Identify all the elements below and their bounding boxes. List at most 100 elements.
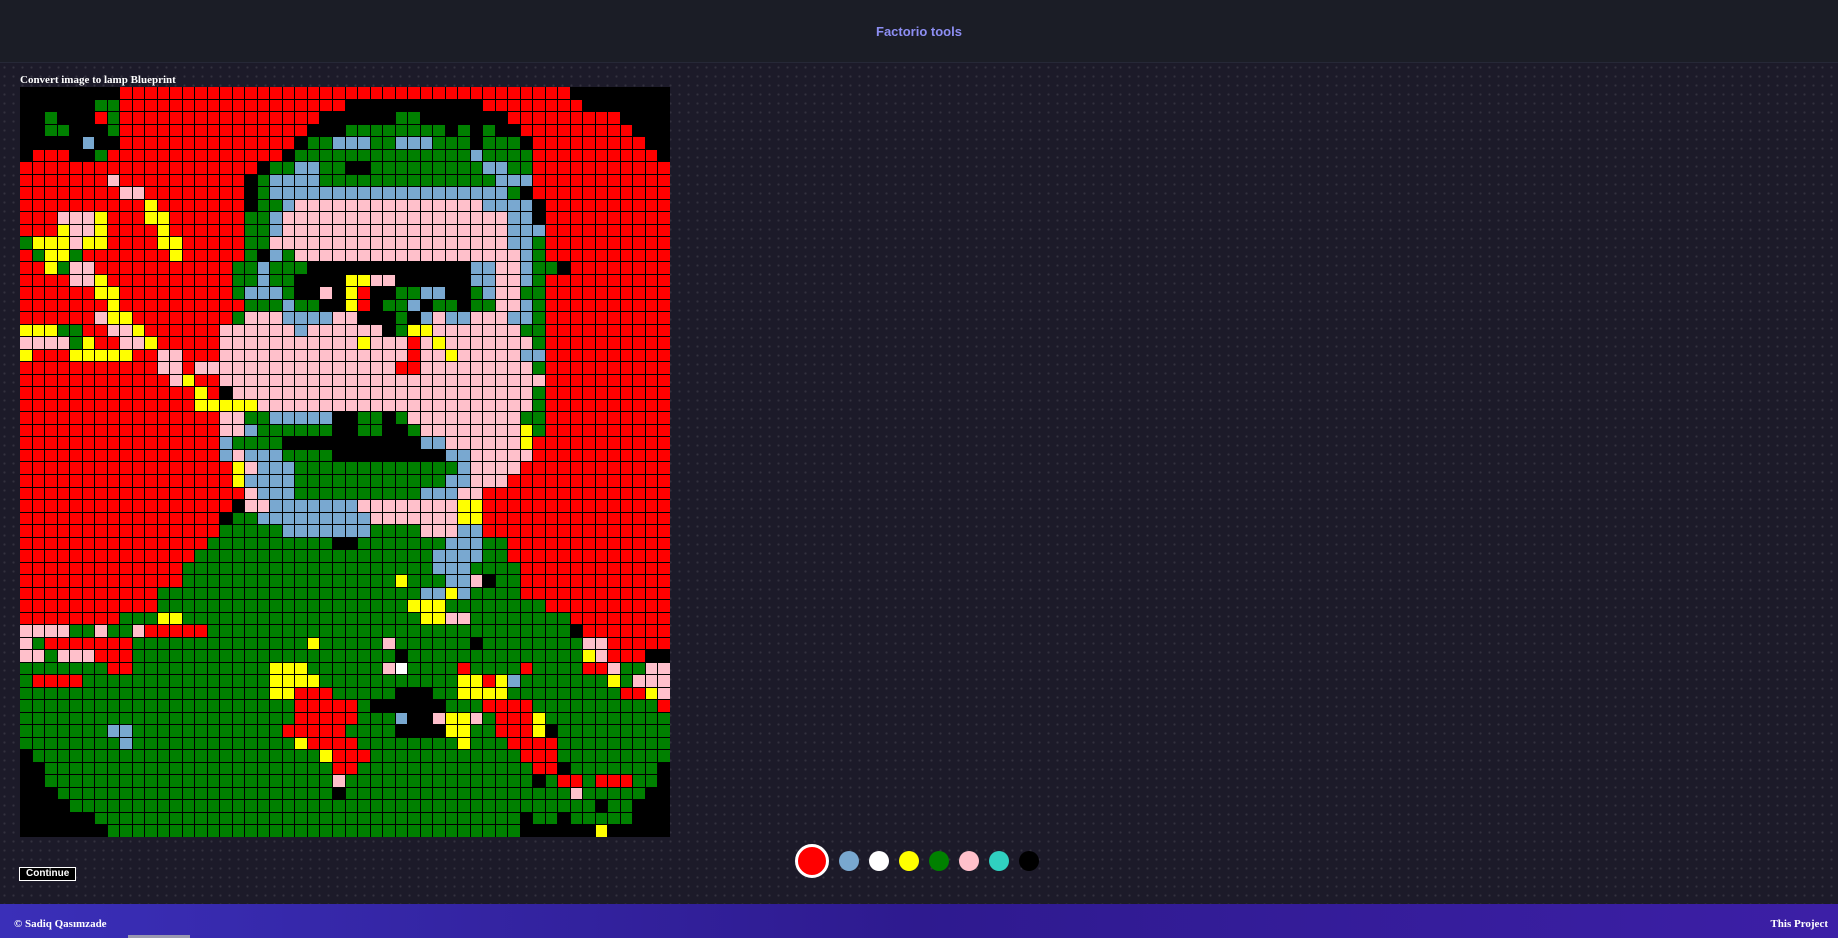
- lamp-cell[interactable]: [495, 424, 508, 437]
- lamp-cell[interactable]: [495, 137, 508, 149]
- lamp-cell[interactable]: [57, 550, 70, 562]
- lamp-cell[interactable]: [145, 700, 157, 712]
- lamp-cell[interactable]: [107, 162, 120, 174]
- lamp-cell[interactable]: [533, 137, 545, 149]
- lamp-cell[interactable]: [282, 87, 295, 99]
- lamp-cell[interactable]: [570, 87, 583, 99]
- lamp-cell[interactable]: [232, 324, 245, 337]
- lamp-cell[interactable]: [295, 800, 307, 812]
- lamp-cell[interactable]: [383, 337, 395, 349]
- lamp-cell[interactable]: [120, 349, 132, 362]
- lamp-cell[interactable]: [395, 437, 408, 449]
- lamp-cell[interactable]: [358, 224, 370, 237]
- lamp-cell[interactable]: [583, 562, 595, 575]
- lamp-cell[interactable]: [470, 112, 483, 124]
- lamp-cell[interactable]: [32, 224, 45, 237]
- lamp-cell[interactable]: [157, 449, 170, 462]
- lamp-cell[interactable]: [658, 162, 670, 174]
- lamp-cell[interactable]: [120, 550, 132, 562]
- lamp-cell[interactable]: [170, 537, 182, 550]
- lamp-cell[interactable]: [20, 337, 32, 349]
- lamp-cell[interactable]: [520, 424, 533, 437]
- lamp-cell[interactable]: [508, 487, 520, 500]
- lamp-cell[interactable]: [157, 775, 170, 787]
- lamp-cell[interactable]: [420, 562, 433, 575]
- lamp-cell[interactable]: [245, 337, 257, 349]
- lamp-cell[interactable]: [570, 424, 583, 437]
- lamp-cell[interactable]: [270, 762, 282, 775]
- lamp-cell[interactable]: [358, 825, 370, 837]
- lamp-cell[interactable]: [195, 562, 207, 575]
- lamp-cell[interactable]: [295, 462, 307, 475]
- lamp-cell[interactable]: [645, 812, 658, 825]
- lamp-cell[interactable]: [232, 725, 245, 737]
- lamp-cell[interactable]: [370, 162, 383, 174]
- lamp-cell[interactable]: [358, 737, 370, 750]
- lamp-cell[interactable]: [220, 637, 232, 650]
- lamp-cell[interactable]: [282, 662, 295, 675]
- lamp-cell[interactable]: [458, 112, 470, 124]
- lamp-cell[interactable]: [508, 199, 520, 212]
- lamp-cell[interactable]: [270, 800, 282, 812]
- lamp-cell[interactable]: [395, 249, 408, 262]
- lamp-cell[interactable]: [420, 725, 433, 737]
- lamp-cell[interactable]: [257, 262, 270, 274]
- lamp-cell[interactable]: [395, 237, 408, 249]
- this-project-link[interactable]: This Project: [1770, 918, 1828, 930]
- lamp-cell[interactable]: [458, 587, 470, 600]
- lamp-cell[interactable]: [383, 800, 395, 812]
- lamp-cell[interactable]: [32, 187, 45, 199]
- lamp-cell[interactable]: [620, 362, 633, 374]
- lamp-cell[interactable]: [533, 362, 545, 374]
- lamp-cell[interactable]: [57, 462, 70, 475]
- lamp-cell[interactable]: [145, 362, 157, 374]
- lamp-cell[interactable]: [633, 512, 645, 525]
- lamp-cell[interactable]: [558, 575, 570, 587]
- lamp-cell[interactable]: [358, 775, 370, 787]
- lamp-cell[interactable]: [95, 475, 107, 487]
- lamp-cell[interactable]: [520, 525, 533, 537]
- lamp-cell[interactable]: [132, 312, 145, 324]
- lamp-cell[interactable]: [232, 237, 245, 249]
- lamp-cell[interactable]: [395, 662, 408, 675]
- lamp-cell[interactable]: [545, 750, 558, 762]
- lamp-cell[interactable]: [220, 725, 232, 737]
- lamp-cell[interactable]: [257, 337, 270, 349]
- lamp-cell[interactable]: [82, 287, 95, 299]
- lamp-cell[interactable]: [570, 449, 583, 462]
- lamp-cell[interactable]: [282, 237, 295, 249]
- lamp-cell[interactable]: [295, 324, 307, 337]
- lamp-cell[interactable]: [570, 362, 583, 374]
- lamp-cell[interactable]: [358, 87, 370, 99]
- lamp-cell[interactable]: [207, 137, 220, 149]
- lamp-cell[interactable]: [245, 500, 257, 512]
- lamp-cell[interactable]: [332, 187, 345, 199]
- lamp-cell[interactable]: [120, 825, 132, 837]
- lamp-cell[interactable]: [358, 800, 370, 812]
- lamp-cell[interactable]: [595, 700, 608, 712]
- lamp-cell[interactable]: [332, 587, 345, 600]
- lamp-cell[interactable]: [470, 262, 483, 274]
- lamp-cell[interactable]: [533, 525, 545, 537]
- lamp-cell[interactable]: [445, 149, 458, 162]
- lamp-cell[interactable]: [307, 700, 320, 712]
- lamp-cell[interactable]: [383, 112, 395, 124]
- lamp-cell[interactable]: [145, 587, 157, 600]
- lamp-cell[interactable]: [220, 137, 232, 149]
- lamp-cell[interactable]: [520, 487, 533, 500]
- lamp-cell[interactable]: [608, 337, 620, 349]
- lamp-cell[interactable]: [195, 324, 207, 337]
- lamp-cell[interactable]: [508, 637, 520, 650]
- lamp-cell[interactable]: [408, 412, 420, 424]
- lamp-cell[interactable]: [295, 662, 307, 675]
- lamp-cell[interactable]: [545, 525, 558, 537]
- lamp-cell[interactable]: [658, 737, 670, 750]
- lamp-cell[interactable]: [332, 199, 345, 212]
- lamp-cell[interactable]: [270, 625, 282, 637]
- lamp-cell[interactable]: [558, 737, 570, 750]
- lamp-cell[interactable]: [658, 725, 670, 737]
- lamp-cell[interactable]: [533, 587, 545, 600]
- color-swatch-red[interactable]: [795, 844, 829, 878]
- lamp-cell[interactable]: [307, 712, 320, 725]
- lamp-cell[interactable]: [145, 262, 157, 274]
